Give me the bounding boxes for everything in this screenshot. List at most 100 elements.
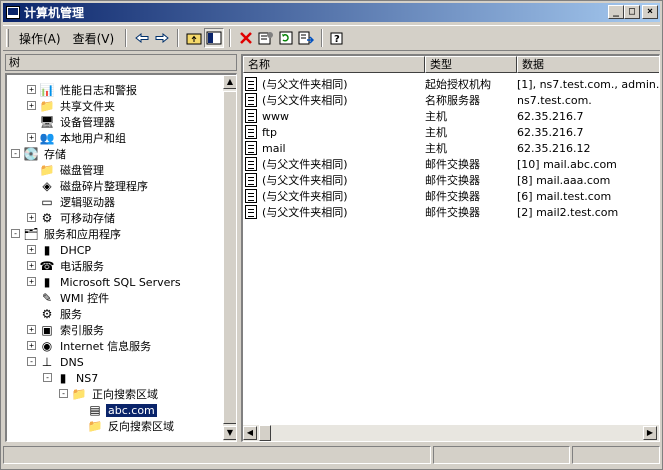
expand-node-button[interactable]: + (27, 85, 36, 94)
folder-icon: 📁 (87, 419, 103, 433)
tree-header[interactable]: 树 (5, 54, 237, 71)
tree-item-3[interactable]: 🖥 设备管理器 (39, 114, 117, 130)
record-row[interactable]: (与父文件夹相同) 邮件交换器 [6] mail.test.com (243, 188, 659, 204)
toolbar-separator (229, 29, 232, 47)
services-icon: ⚙ (41, 307, 53, 321)
tree-vertical-scrollbar[interactable]: ▲ ▼ (223, 75, 236, 441)
tree-item-label: DHCP (60, 243, 92, 257)
maximize-button[interactable]: □ (624, 5, 640, 19)
tree-item-2[interactable]: 📁 共享文件夹 (39, 98, 117, 114)
tree-item-22[interactable]: 📁 反向搜索区域 (87, 418, 176, 434)
tree-item-11[interactable]: ▮ DHCP (39, 242, 93, 258)
performance-logs-icon: 📊 (39, 83, 55, 97)
up-folder-icon[interactable] (184, 28, 204, 48)
logical-drive-icon: ▭ (41, 195, 53, 209)
device-manager-icon: 🖥 (39, 115, 55, 129)
record-data: 62.35.216.7 (517, 109, 584, 123)
expand-node-button[interactable]: + (27, 245, 36, 254)
expand-node-button[interactable]: + (27, 213, 36, 222)
help-icon[interactable]: ? (328, 28, 348, 48)
tree-item-9[interactable]: ⚙ 可移动存储 (39, 210, 117, 226)
record-row[interactable]: ftp 主机 62.35.216.7 (243, 124, 659, 140)
scroll-right-button[interactable]: ▶ (643, 426, 657, 440)
expand-node-button[interactable]: + (27, 277, 36, 286)
tree-item-15[interactable]: ⚙ 服务 (39, 306, 84, 322)
record-row[interactable]: (与父文件夹相同) 邮件交换器 [8] mail.aaa.com (243, 172, 659, 188)
record-row[interactable]: (与父文件夹相同) 邮件交换器 [2] mail2.test.com (243, 204, 659, 220)
tree-item-label: 逻辑驱动器 (60, 196, 115, 209)
collapse-node-button[interactable]: - (11, 149, 20, 158)
back-arrow-icon[interactable] (132, 28, 152, 48)
menu-action[interactable]: 操作(A) (13, 28, 67, 49)
telephony-icon: ☎ (39, 259, 55, 273)
title-bar[interactable]: 计算机管理 _ □ × (3, 3, 660, 22)
delete-icon[interactable] (236, 28, 256, 48)
record-name: (与父文件夹相同) (262, 78, 348, 91)
tree-item-10[interactable]: 🗂 服务和应用程序 (23, 226, 123, 242)
tree-item-8[interactable]: ▭ 逻辑驱动器 (39, 194, 117, 210)
tree-item-20[interactable]: 📁 正向搜索区域 (71, 386, 160, 402)
expand-node-button[interactable]: + (27, 101, 36, 110)
record-row[interactable]: (与父文件夹相同) 名称服务器 ns7.test.com. (243, 92, 659, 108)
column-type[interactable]: 类型 (425, 56, 517, 73)
list-scroll-thumb[interactable] (259, 425, 271, 441)
toolbar-grip[interactable] (6, 29, 9, 47)
tree-item-16[interactable]: ▣ 索引服务 (39, 322, 106, 338)
tree-item-18[interactable]: ⊥ DNS (39, 354, 86, 370)
console-tree[interactable]: ▲ ▼ + 📊 性能日志和警报 + 📁 共享文件夹 🖥 设备管理器 + 👥 本地用户和组 - 💽 存储 📁 磁… (5, 73, 237, 442)
record-name: (与父文件夹相同) (262, 158, 348, 171)
collapse-node-button[interactable]: - (11, 229, 20, 238)
close-button[interactable]: × (642, 5, 658, 19)
wmi-icon: ✎ (41, 291, 53, 305)
record-data: 62.35.216.12 (517, 141, 591, 155)
record-name: (与父文件夹相同) (262, 94, 348, 107)
collapse-node-button[interactable]: - (27, 357, 36, 366)
refresh-icon[interactable] (276, 28, 296, 48)
tree-item-label: 磁盘碎片整理程序 (60, 180, 148, 193)
record-row[interactable]: (与父文件夹相同) 邮件交换器 [10] mail.abc.com (243, 156, 659, 172)
export-icon[interactable] (296, 28, 316, 48)
sql-server-icon: ▮ (43, 275, 51, 289)
expand-node-button[interactable]: + (27, 261, 36, 270)
tree-item-6[interactable]: 📁 磁盘管理 (39, 162, 106, 178)
column-name[interactable]: 名称 (243, 56, 425, 73)
column-data[interactable]: 数据 (517, 56, 659, 73)
properties-icon[interactable] (256, 28, 276, 48)
tree-item-7[interactable]: ◈ 磁盘碎片整理程序 (39, 178, 150, 194)
minimize-button[interactable]: _ (608, 5, 624, 19)
collapse-node-button[interactable]: - (59, 389, 68, 398)
collapse-node-button[interactable]: - (43, 373, 52, 382)
list-horizontal-scrollbar[interactable]: ◀ ▶ (243, 425, 659, 441)
record-row[interactable]: www 主机 62.35.216.7 (243, 108, 659, 124)
tree-item-17[interactable]: ◉ Internet 信息服务 (39, 338, 153, 354)
record-type: 邮件交换器 (425, 158, 480, 171)
record-row[interactable]: (与父文件夹相同) 起始授权机构 [1], ns7.test.com., admin… (243, 76, 659, 92)
record-row[interactable]: mail 主机 62.35.216.12 (243, 140, 659, 156)
tree-item-19[interactable]: ▮ NS7 (55, 370, 100, 386)
tree-item-5[interactable]: 💽 存储 (23, 146, 68, 162)
show-tree-icon[interactable] (204, 28, 225, 48)
results-list[interactable]: 名称 类型 数据 (与父文件夹相同) 起始授权机构 [1], ns7.test.co… (241, 54, 660, 442)
tree-item-4[interactable]: 👥 本地用户和组 (39, 130, 128, 146)
expand-node-button[interactable]: + (27, 325, 36, 334)
record-type: 起始授权机构 (425, 78, 491, 91)
expand-node-button[interactable]: + (27, 133, 36, 142)
menu-view[interactable]: 查看(V) (67, 28, 121, 49)
forward-arrow-icon[interactable] (152, 28, 172, 48)
tree-item-13[interactable]: ▮ Microsoft SQL Servers (39, 274, 183, 290)
scroll-left-button[interactable]: ◀ (243, 426, 257, 440)
expand-node-button[interactable]: + (27, 341, 36, 350)
mmc-window: 计算机管理 _ □ × 操作(A) 查看(V) ? 树 ▲ ▼ + 📊 性能日志… (0, 0, 663, 470)
scroll-down-button[interactable]: ▼ (223, 426, 236, 440)
dns-record-icon (245, 125, 257, 139)
tree-item-14[interactable]: ✎ WMI 控件 (39, 290, 111, 306)
scroll-up-button[interactable]: ▲ (223, 75, 236, 89)
tree-item-21[interactable]: ▤ abc.com (87, 402, 157, 418)
tree-scroll-thumb[interactable] (223, 91, 236, 424)
tree-item-1[interactable]: 📊 性能日志和警报 (39, 82, 139, 98)
tree-item-label: 反向搜索区域 (108, 420, 174, 433)
dns-record-icon (245, 173, 257, 187)
tree-item-12[interactable]: ☎ 电话服务 (39, 258, 106, 274)
status-pane-3 (572, 446, 660, 464)
tree-item-label: Internet 信息服务 (60, 340, 152, 353)
